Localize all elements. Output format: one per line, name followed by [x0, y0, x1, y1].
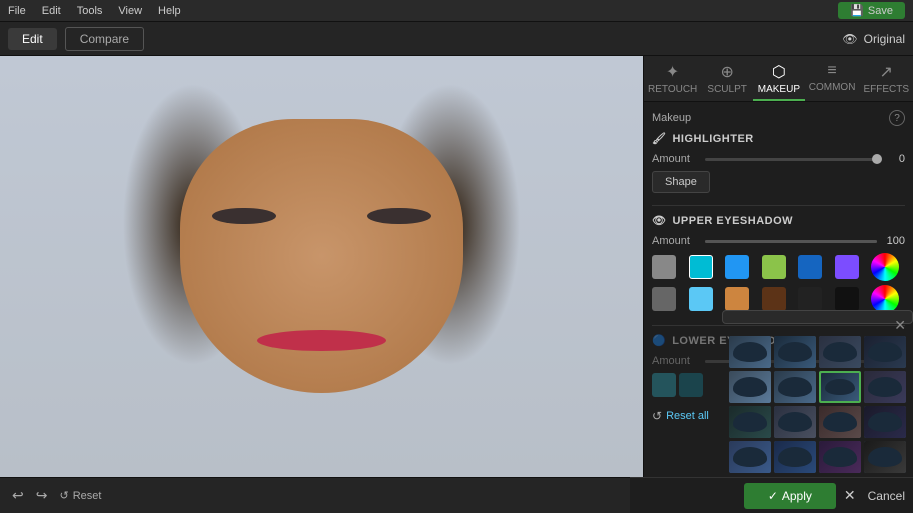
canvas-area[interactable]: [0, 56, 643, 477]
eye-style-6[interactable]: [774, 371, 816, 403]
eye-style-16[interactable]: [864, 441, 906, 473]
eye-style-grid: [729, 336, 906, 473]
reset-button[interactable]: ↺ Reset: [59, 489, 101, 502]
swatch-tan[interactable]: [725, 287, 749, 311]
save-icon: 💾: [850, 4, 864, 17]
tab-retouch[interactable]: ✦ RETOUCH: [644, 56, 701, 101]
upper-eyeshadow-amount-row: Amount 100: [652, 235, 905, 247]
eye-style-3[interactable]: [819, 336, 861, 368]
highlighter-title: 🖌 HIGHLIGHTER: [652, 132, 905, 145]
eye-popup-close[interactable]: ✕: [894, 317, 906, 334]
upper-eyeshadow-slider[interactable]: [705, 240, 877, 243]
tab-common[interactable]: ≡ COMMON: [805, 56, 860, 101]
x-button[interactable]: ✕: [844, 487, 856, 504]
upper-eyeshadow-section: 👁 UPPER EYESHADOW Amount 100: [652, 214, 905, 313]
eyeshadow-icon: 👁: [652, 214, 666, 227]
color-wheel-1[interactable]: [871, 253, 899, 281]
tab-sculpt[interactable]: ⊕ SCULPT: [701, 56, 753, 101]
highlighter-shape-button[interactable]: Shape: [652, 171, 710, 193]
undo-button[interactable]: ↩: [12, 487, 24, 504]
eye-popup-header: ✕: [729, 317, 906, 334]
reset-circle-icon: ↺: [59, 489, 68, 502]
compare-tab[interactable]: Compare: [65, 27, 144, 51]
right-panel: ✦ RETOUCH ⊕ SCULPT ⬡ MAKEUP ≡ COMMON ↗ E…: [643, 56, 913, 477]
tab-makeup[interactable]: ⬡ MAKEUP: [753, 56, 805, 101]
eye-style-10[interactable]: [774, 406, 816, 438]
swatch-blue[interactable]: [725, 255, 749, 279]
eye-style-9[interactable]: [729, 406, 771, 438]
eye-style-15[interactable]: [819, 441, 861, 473]
panel-tabs: ✦ RETOUCH ⊕ SCULPT ⬡ MAKEUP ≡ COMMON ↗ E…: [644, 56, 913, 102]
eye-style-popup: ✕: [722, 310, 913, 324]
highlighter-icon: 🖌: [652, 132, 666, 145]
toolbar: Edit Compare 👁 Original: [0, 22, 913, 56]
apply-button[interactable]: ✓ Apply: [744, 483, 836, 509]
highlighter-slider[interactable]: [705, 158, 877, 161]
menu-tools[interactable]: Tools: [77, 5, 103, 17]
upper-eyeshadow-fill: [705, 240, 877, 243]
eye-style-12[interactable]: [864, 406, 906, 438]
reset-all-button[interactable]: Reset all: [666, 410, 709, 422]
checkmark-icon: ✓: [768, 489, 778, 503]
swatch-lightblue[interactable]: [689, 287, 713, 311]
help-button[interactable]: ?: [889, 110, 905, 126]
eye-style-8[interactable]: [864, 371, 906, 403]
eye-style-13[interactable]: [729, 441, 771, 473]
retouch-icon: ✦: [666, 62, 679, 82]
swatch-gray[interactable]: [652, 255, 676, 279]
eye-style-2[interactable]: [774, 336, 816, 368]
portrait-image: [0, 56, 643, 477]
lower-swatch-1[interactable]: [652, 373, 676, 397]
panel-header: Makeup ?: [652, 110, 905, 126]
divider-1: [652, 205, 905, 206]
eye-icon: 👁: [842, 32, 857, 46]
eyeshadow-swatches-row1: [652, 253, 905, 281]
common-icon: ≡: [827, 62, 836, 80]
menu-view[interactable]: View: [118, 5, 142, 17]
redo-button[interactable]: ↪: [36, 487, 48, 504]
effects-icon: ↗: [880, 62, 893, 82]
action-bar: ✓ Apply ✕ Cancel: [630, 477, 913, 513]
swatch-darkblue[interactable]: [798, 255, 822, 279]
eye-style-4[interactable]: [864, 336, 906, 368]
menu-file[interactable]: File: [8, 5, 26, 17]
swatch-green[interactable]: [762, 255, 786, 279]
save-button[interactable]: 💾 Save: [838, 2, 905, 19]
swatch-purple[interactable]: [835, 255, 859, 279]
highlighter-section: 🖌 HIGHLIGHTER Amount 0 Shape: [652, 132, 905, 193]
menubar: File Edit Tools View Help 💾 Save: [0, 0, 913, 22]
eye-style-5[interactable]: [729, 371, 771, 403]
swatch-darkgray[interactable]: [652, 287, 676, 311]
color-wheel-2[interactable]: [871, 285, 899, 313]
swatch-verydark[interactable]: [798, 287, 822, 311]
cancel-button[interactable]: Cancel: [868, 489, 905, 503]
swatch-black[interactable]: [835, 287, 859, 311]
upper-eyeshadow-title: 👁 UPPER EYESHADOW: [652, 214, 905, 227]
makeup-icon: ⬡: [772, 62, 786, 82]
menu-edit[interactable]: Edit: [42, 5, 61, 17]
eye-style-1[interactable]: [729, 336, 771, 368]
original-toggle[interactable]: 👁 Original: [842, 32, 905, 46]
eye-style-11[interactable]: [819, 406, 861, 438]
edit-tab[interactable]: Edit: [8, 28, 57, 50]
lower-swatch-2[interactable]: [679, 373, 703, 397]
eye-style-14[interactable]: [774, 441, 816, 473]
main-area: ✦ RETOUCH ⊕ SCULPT ⬡ MAKEUP ≡ COMMON ↗ E…: [0, 56, 913, 477]
menu-help[interactable]: Help: [158, 5, 181, 17]
reset-icon: ↺: [652, 409, 662, 423]
tab-effects[interactable]: ↗ EFFECTS: [859, 56, 913, 101]
eye-style-7[interactable]: [819, 371, 861, 403]
swatch-cyan[interactable]: [689, 255, 713, 279]
sculpt-icon: ⊕: [720, 62, 733, 82]
highlighter-amount-row: Amount 0: [652, 153, 905, 165]
lower-eyeshadow-icon: 🔵: [652, 334, 666, 347]
swatch-brown[interactable]: [762, 287, 786, 311]
eyeshadow-swatches-row2: [652, 285, 905, 313]
